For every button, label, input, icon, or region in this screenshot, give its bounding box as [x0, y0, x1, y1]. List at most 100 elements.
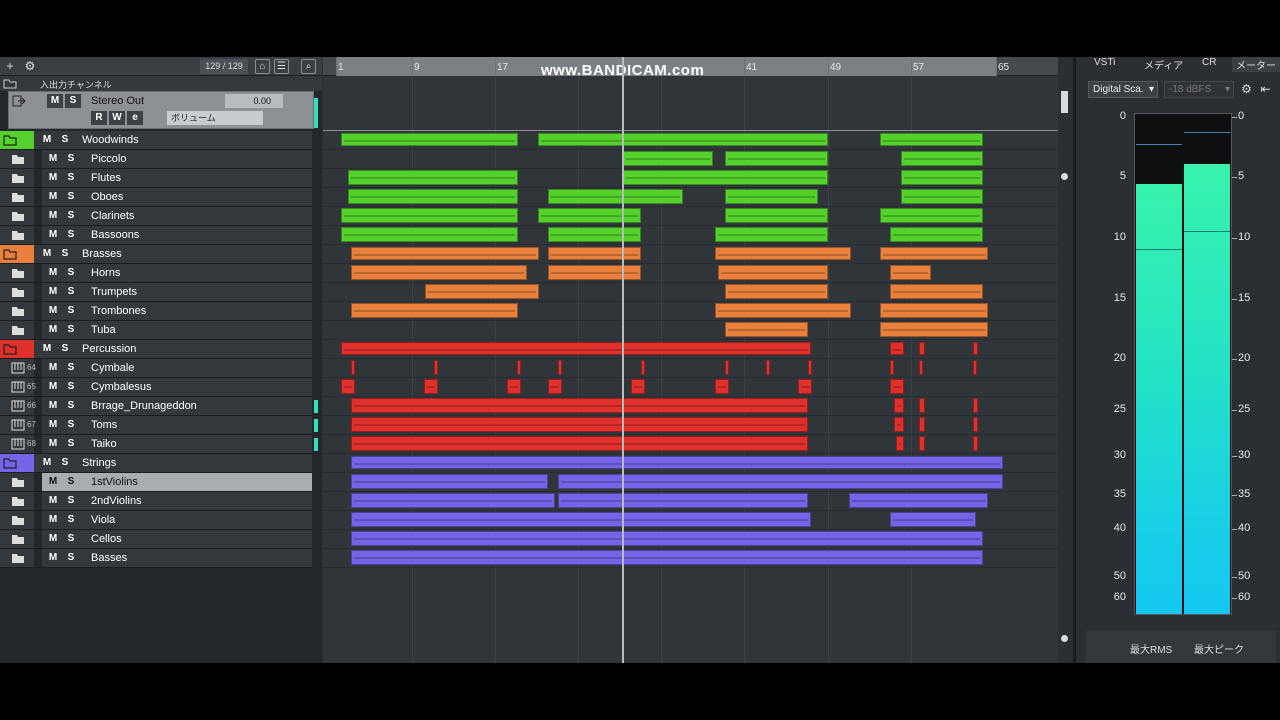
folder-track-strings[interactable]: M S Strings	[0, 454, 312, 473]
track-1stviolins[interactable]: M S 1stViolins	[0, 473, 312, 492]
midi-event[interactable]	[558, 474, 1003, 489]
midi-event[interactable]	[538, 133, 828, 146]
meter-scale-select[interactable]: Digital Sca. ▾	[1088, 81, 1158, 98]
solo-button[interactable]: S	[63, 266, 79, 280]
midi-event[interactable]	[351, 247, 539, 260]
volume-field[interactable]: 0.00	[225, 94, 283, 108]
track-cymbalesus[interactable]: 65 M S Cymbalesus	[0, 378, 312, 397]
mute-button[interactable]: M	[45, 228, 61, 242]
midi-event[interactable]	[351, 493, 555, 508]
midi-event[interactable]	[538, 208, 641, 223]
midi-event[interactable]	[351, 512, 811, 527]
track-cellos[interactable]: M S Cellos	[0, 530, 312, 549]
track-toms[interactable]: 67 M S Toms	[0, 416, 318, 435]
midi-event[interactable]	[973, 417, 978, 432]
midi-event[interactable]	[798, 379, 812, 394]
midi-event[interactable]	[548, 265, 641, 280]
midi-event[interactable]	[890, 227, 983, 242]
solo-button[interactable]: S	[57, 247, 73, 261]
midi-event[interactable]	[880, 303, 988, 318]
track-flutes[interactable]: M S Flutes	[0, 169, 312, 188]
solo-button[interactable]: S	[63, 209, 79, 223]
midi-event[interactable]	[351, 531, 983, 546]
solo-button[interactable]: S	[57, 133, 73, 147]
mute-button[interactable]: M	[39, 456, 55, 470]
midi-event[interactable]	[880, 208, 983, 223]
midi-event[interactable]	[434, 360, 438, 375]
solo-button[interactable]: S	[63, 532, 79, 546]
tab-vsti[interactable]: VSTi	[1094, 57, 1115, 68]
solo-button[interactable]: S	[57, 456, 73, 470]
midi-event[interactable]	[341, 133, 518, 146]
stereo-out-track[interactable]: M S Stereo Out 0.00 R W e ボリューム	[8, 91, 314, 129]
track-clarinets[interactable]: M S Clarinets	[0, 207, 312, 226]
tab-control-room[interactable]: CR	[1202, 57, 1216, 68]
midi-event[interactable]	[725, 322, 808, 337]
midi-event[interactable]	[631, 379, 645, 394]
mute-button[interactable]: M	[45, 209, 61, 223]
midi-event[interactable]	[880, 322, 988, 337]
mute-button[interactable]: M	[45, 304, 61, 318]
midi-event[interactable]	[351, 436, 808, 451]
edit-channel-button[interactable]: e	[127, 111, 143, 125]
track-piccolo[interactable]: M S Piccolo	[0, 150, 312, 169]
mute-button[interactable]: M	[45, 399, 61, 413]
midi-event[interactable]	[641, 360, 645, 375]
reset-icon[interactable]: ⇤	[1258, 81, 1273, 98]
midi-event[interactable]	[725, 208, 828, 223]
read-automation-button[interactable]: R	[91, 111, 107, 125]
scroll-thumb[interactable]	[1061, 91, 1068, 113]
track-horns[interactable]: M S Horns	[0, 264, 312, 283]
track-presets-icon[interactable]: ⚙	[22, 59, 38, 74]
zoom-handle[interactable]	[1061, 173, 1068, 180]
solo-button[interactable]: S	[63, 285, 79, 299]
track-brrage-drunageddon[interactable]: 66 M S Brrage_Drunageddon	[0, 397, 318, 416]
track-taiko[interactable]: 68 M S Taiko	[0, 435, 318, 454]
mute-button[interactable]: M	[45, 361, 61, 375]
midi-event[interactable]	[973, 360, 977, 375]
midi-event[interactable]	[517, 360, 521, 375]
midi-event[interactable]	[548, 379, 562, 394]
midi-event[interactable]	[351, 303, 518, 318]
midi-event[interactable]	[351, 265, 527, 280]
midi-event[interactable]	[351, 360, 355, 375]
mute-button[interactable]: M	[47, 94, 63, 108]
midi-event[interactable]	[341, 379, 355, 394]
write-automation-button[interactable]: W	[109, 111, 125, 125]
track-tuba[interactable]: M S Tuba	[0, 321, 312, 340]
track-basses[interactable]: M S Basses	[0, 549, 312, 568]
midi-event[interactable]	[894, 417, 904, 432]
midi-event[interactable]	[715, 227, 828, 242]
folder-track-percussion[interactable]: M S Percussion	[0, 340, 312, 359]
solo-button[interactable]: S	[63, 228, 79, 242]
search-icon[interactable]: ⌕	[301, 59, 316, 74]
midi-event[interactable]	[623, 151, 713, 166]
mute-button[interactable]: M	[45, 190, 61, 204]
folder-track-woodwinds[interactable]: M S Woodwinds	[0, 131, 312, 150]
midi-event[interactable]	[351, 417, 808, 432]
solo-button[interactable]: S	[63, 418, 79, 432]
automation-parameter-select[interactable]: ボリューム	[167, 111, 263, 125]
midi-event[interactable]	[351, 550, 983, 565]
mute-button[interactable]: M	[45, 380, 61, 394]
midi-event[interactable]	[894, 398, 904, 413]
ruler[interactable]: 191741495765 www.BANDICAM.com	[323, 57, 1058, 79]
midi-event[interactable]	[973, 436, 978, 451]
mute-button[interactable]: M	[45, 152, 61, 166]
midi-event[interactable]	[880, 247, 988, 260]
midi-event[interactable]	[919, 342, 925, 355]
midi-event[interactable]	[715, 303, 851, 318]
mute-button[interactable]: M	[45, 171, 61, 185]
midi-event[interactable]	[351, 474, 548, 489]
solo-button[interactable]: S	[63, 399, 79, 413]
mute-button[interactable]: M	[45, 285, 61, 299]
midi-event[interactable]	[880, 133, 983, 146]
io-channels-folder[interactable]: 入出力チャンネル	[0, 76, 322, 91]
mute-button[interactable]: M	[39, 247, 55, 261]
mute-button[interactable]: M	[45, 551, 61, 565]
midi-event[interactable]	[901, 170, 983, 185]
midi-event[interactable]	[919, 360, 923, 375]
solo-button[interactable]: S	[65, 94, 81, 108]
project-cursor[interactable]	[622, 57, 624, 663]
track-bassoons[interactable]: M S Bassoons	[0, 226, 312, 245]
